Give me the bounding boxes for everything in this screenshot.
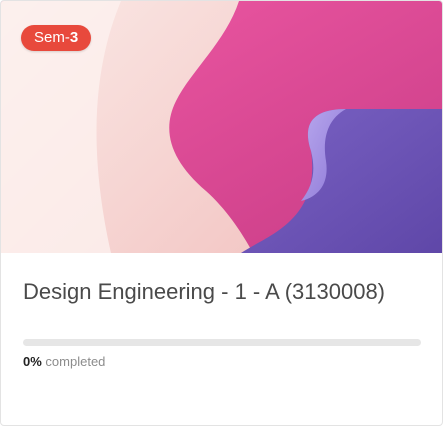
progress-suffix: completed <box>45 354 106 369</box>
progress-percent: 0% <box>23 354 42 369</box>
progress-bar <box>23 339 421 346</box>
course-title[interactable]: Design Engineering - 1 - A (3130008) <box>23 279 423 305</box>
course-card[interactable]: Sem-3 Design Engineering - 1 - A (313000… <box>0 0 443 426</box>
semester-prefix: Sem- <box>34 29 70 46</box>
semester-number: 3 <box>69 29 79 46</box>
semester-badge: Sem-3 <box>21 25 92 51</box>
progress-text: 0% completed <box>23 354 105 369</box>
